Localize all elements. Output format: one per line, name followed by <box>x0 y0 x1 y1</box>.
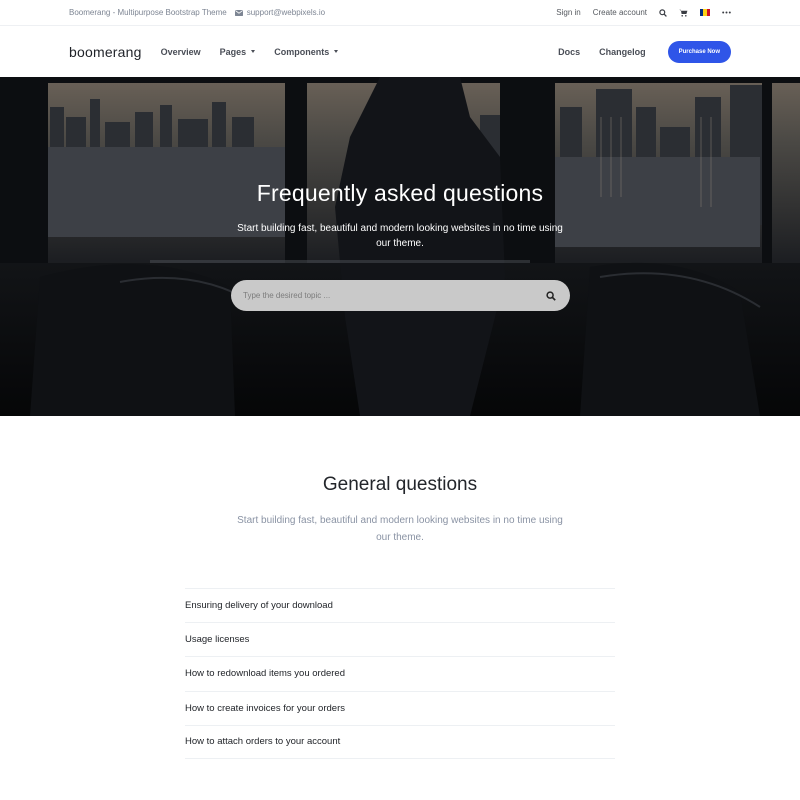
faq-item[interactable]: Ensuring delivery of your download <box>185 588 615 622</box>
site-title: Boomerang - Multipurpose Bootstrap Theme <box>69 8 227 17</box>
search-icon[interactable] <box>659 8 667 17</box>
support-email[interactable]: support@webpixels.io <box>234 8 326 17</box>
flag-stripe-red <box>706 9 710 16</box>
hero-subtitle: Start building fast, beautiful and moder… <box>237 223 563 249</box>
language-flag-icon[interactable] <box>700 9 710 16</box>
topic-search-input[interactable] <box>243 291 546 300</box>
nav-overview[interactable]: Overview <box>161 47 201 57</box>
cart-icon[interactable] <box>679 9 688 17</box>
hero-title: Frequently asked questions <box>256 180 544 206</box>
faq-item-label: How to attach orders to your account <box>185 736 341 748</box>
topic-search-box <box>231 280 570 311</box>
nav-docs-label: Docs <box>558 46 581 57</box>
section-subtitle: Start building fast, beautiful and moder… <box>237 515 563 543</box>
nav-overview-label: Overview <box>160 46 201 57</box>
nav-components-label: Components <box>274 46 330 57</box>
purchase-now-button[interactable]: Purchase Now <box>667 40 731 63</box>
caret-down-icon <box>334 50 339 53</box>
nav-pages-label: Pages <box>219 46 247 57</box>
hero-section: Frequently asked questions Start buildin… <box>0 77 800 416</box>
faq-list: Ensuring delivery of your download Usage… <box>185 588 615 759</box>
section-title: General questions <box>322 474 478 495</box>
nav-pages-dropdown[interactable]: Pages <box>220 47 256 57</box>
faq-item[interactable]: Usage licenses <box>185 622 615 656</box>
general-questions-section: General questions Start building fast, b… <box>0 474 800 759</box>
nav-components-dropdown[interactable]: Components <box>274 46 339 57</box>
nav-changelog-label: Changelog <box>599 46 646 57</box>
brand-text: boomerang <box>69 43 142 60</box>
faq-item[interactable]: How to redownload items you ordered <box>185 656 615 690</box>
envelope-icon <box>234 9 243 16</box>
create-account-link[interactable]: Create account <box>593 8 647 17</box>
sign-in-link[interactable]: Sign in <box>556 8 580 17</box>
support-email-text: support@webpixels.io <box>246 8 326 17</box>
faq-item-label: Ensuring delivery of your download <box>185 600 333 612</box>
top-bar: Boomerang - Multipurpose Bootstrap Theme… <box>0 0 800 26</box>
faq-item-label: How to create invoices for your orders <box>185 702 345 714</box>
more-dots-icon[interactable] <box>722 11 731 14</box>
faq-item[interactable]: How to attach orders to your account <box>185 724 615 759</box>
purchase-now-label: Purchase Now <box>678 48 720 55</box>
faq-item-label: Usage licenses <box>185 634 250 646</box>
main-navbar: boomerang Overview Pages Components Docs… <box>0 26 800 77</box>
faq-item-label: How to redownload items you ordered <box>185 668 346 680</box>
nav-changelog[interactable]: Changelog <box>599 47 646 57</box>
search-icon[interactable] <box>546 290 556 301</box>
faq-item[interactable]: How to create invoices for your orders <box>185 690 615 725</box>
caret-down-icon <box>251 50 256 53</box>
nav-docs[interactable]: Docs <box>558 47 580 57</box>
brand-logo[interactable]: boomerang <box>69 44 142 60</box>
